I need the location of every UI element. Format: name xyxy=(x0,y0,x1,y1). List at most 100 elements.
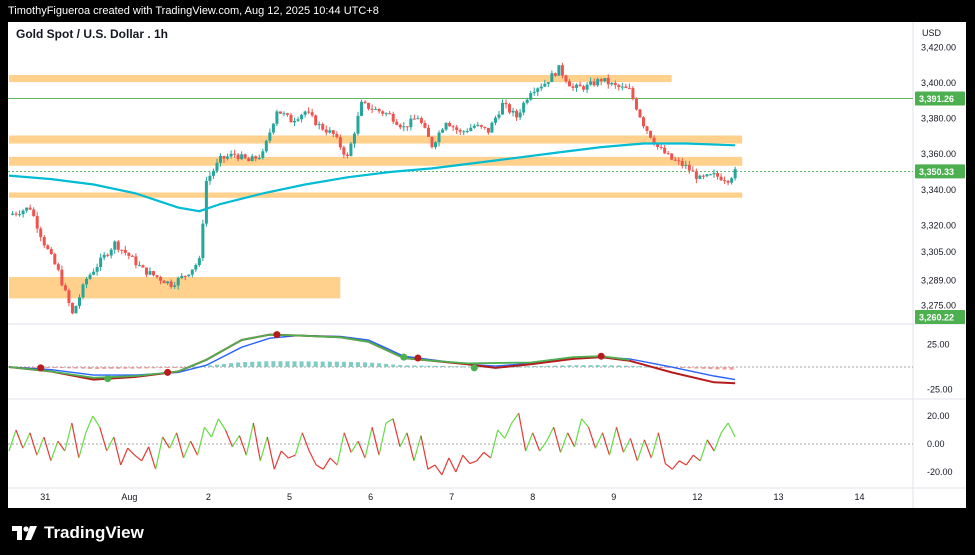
candle-body xyxy=(719,176,723,181)
candle-body xyxy=(603,78,607,82)
macd-histogram-bar xyxy=(715,367,720,370)
candle-body xyxy=(458,130,462,132)
candle-body xyxy=(194,264,198,270)
macd-histogram-bar xyxy=(109,367,114,369)
candle-body xyxy=(349,143,353,157)
time-tick-label: 31 xyxy=(40,492,50,502)
candle-body xyxy=(243,154,247,159)
macd-histogram-bar xyxy=(391,364,396,367)
candle-body xyxy=(606,78,610,85)
candle-body xyxy=(35,216,39,229)
candle-body xyxy=(240,154,244,160)
candle-body xyxy=(645,126,649,131)
candle-body xyxy=(620,86,624,88)
macd-histogram-bar xyxy=(412,365,417,367)
candle-body xyxy=(596,79,600,86)
candle-body xyxy=(617,85,621,88)
macd-histogram-bar xyxy=(151,367,156,369)
candle-body xyxy=(398,124,402,128)
price-tick-label: 3,305.00 xyxy=(921,247,956,257)
candle-body xyxy=(123,249,127,253)
candle-body xyxy=(370,108,374,110)
candle-body xyxy=(673,159,677,161)
candle-body xyxy=(627,87,631,89)
candle-body xyxy=(448,122,452,127)
candle-body xyxy=(293,120,297,123)
macd-histogram-bar xyxy=(433,365,438,367)
candle-body xyxy=(95,267,99,272)
candle-body xyxy=(342,147,346,155)
macd-histogram-bar xyxy=(602,365,607,367)
chart-panel[interactable]: Gold Spot / U.S. Dollar . 1h USD 3,420.00 3… xyxy=(8,22,966,508)
candle-body xyxy=(300,114,304,120)
candle-body xyxy=(81,284,85,298)
candle-body xyxy=(553,73,557,76)
candle-body xyxy=(289,114,293,123)
candle-body xyxy=(518,112,522,118)
candle-body xyxy=(53,253,57,265)
candle-body xyxy=(476,125,480,127)
candle-body xyxy=(116,241,120,250)
osc-tick-label: 0.00 xyxy=(927,439,945,449)
candle-body xyxy=(384,113,388,115)
candle-body xyxy=(137,265,141,267)
candle-body xyxy=(426,127,430,137)
candle-body xyxy=(624,86,628,88)
candle-body xyxy=(543,83,547,87)
candle-body xyxy=(409,118,413,128)
candle-body xyxy=(78,297,81,306)
price-tick-label: 3,360.00 xyxy=(921,149,956,159)
candle-body xyxy=(367,102,371,109)
tradingview-logo[interactable]: TradingView xyxy=(12,522,144,544)
candle-body xyxy=(190,269,194,275)
candle-body xyxy=(222,156,226,159)
time-tick-label: 14 xyxy=(855,492,865,502)
candle-body xyxy=(455,127,459,131)
candle-body xyxy=(219,156,222,163)
candle-body xyxy=(166,281,170,284)
candle-body xyxy=(701,175,705,177)
candle-body xyxy=(402,126,406,128)
candle-body xyxy=(63,285,67,291)
currency-label: USD xyxy=(922,28,942,38)
macd-histogram-bar xyxy=(95,367,100,369)
candle-body xyxy=(666,153,670,155)
macd-histogram-bar xyxy=(461,366,466,368)
candle-body xyxy=(247,158,251,162)
candle-body xyxy=(155,275,159,278)
time-tick-label: 6 xyxy=(368,492,373,502)
candle-body xyxy=(423,123,427,128)
osc-tick-label: -20.00 xyxy=(927,467,953,477)
candle-body xyxy=(92,271,96,275)
candle-body xyxy=(670,153,674,160)
price-tick-label: 3,420.00 xyxy=(921,42,956,52)
candle-body xyxy=(567,81,571,87)
candle-body xyxy=(511,110,515,113)
candle-body xyxy=(529,93,533,100)
macd-histogram-bar xyxy=(137,367,142,369)
candle-body xyxy=(501,102,504,115)
candle-body xyxy=(634,98,638,110)
macd-histogram-bar xyxy=(116,367,121,369)
macd-histogram-bar xyxy=(313,361,318,367)
candle-body xyxy=(465,131,469,133)
chart-svg[interactable]: Gold Spot / U.S. Dollar . 1h USD 3,420.00 3… xyxy=(8,22,966,508)
candle-body xyxy=(391,113,395,122)
macd-histogram-bar xyxy=(694,367,699,369)
support-resistance-zone xyxy=(9,192,743,198)
macd-histogram-bar xyxy=(123,367,128,369)
candle-body xyxy=(204,180,208,224)
candle-body xyxy=(599,79,603,82)
macd-histogram-bar xyxy=(243,362,248,367)
macd-histogram-bar xyxy=(222,363,227,367)
candle-body xyxy=(148,271,152,275)
candle-body xyxy=(582,86,586,90)
candle-body xyxy=(208,175,212,181)
candle-body xyxy=(486,127,490,133)
candle-body xyxy=(723,180,727,182)
macd-tick-label: 25.00 xyxy=(927,340,950,350)
time-tick-label: 12 xyxy=(692,492,702,502)
candle-body xyxy=(14,213,18,215)
candle-body xyxy=(102,254,106,258)
candle-body xyxy=(74,305,78,314)
